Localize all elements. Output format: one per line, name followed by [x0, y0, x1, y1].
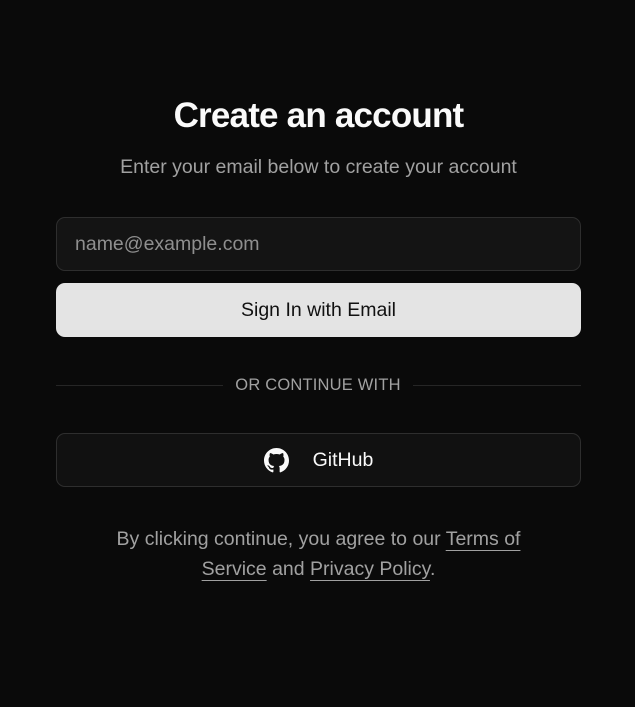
legal-middle: and: [266, 558, 311, 580]
page-title: Create an account: [173, 96, 465, 135]
github-button-label: GitHub: [312, 448, 374, 471]
divider-line-left: [56, 385, 223, 386]
divider: OR CONTINUE WITH: [56, 372, 581, 398]
legal-notice: By clicking continue, you agree to our T…: [96, 524, 541, 584]
divider-label: OR CONTINUE WITH: [235, 376, 401, 394]
sign-in-with-email-button[interactable]: Sign In with Email: [56, 283, 581, 337]
email-field[interactable]: [56, 217, 581, 271]
github-icon: [263, 447, 289, 473]
legal-suffix: .: [429, 558, 436, 580]
page-subtitle: Enter your email below to create your ac…: [120, 156, 517, 178]
privacy-policy-link[interactable]: Privacy Policy: [310, 558, 430, 580]
github-button[interactable]: GitHub: [56, 433, 581, 487]
divider-line-right: [413, 385, 581, 386]
legal-prefix: By clicking continue, you agree to our: [116, 528, 446, 550]
